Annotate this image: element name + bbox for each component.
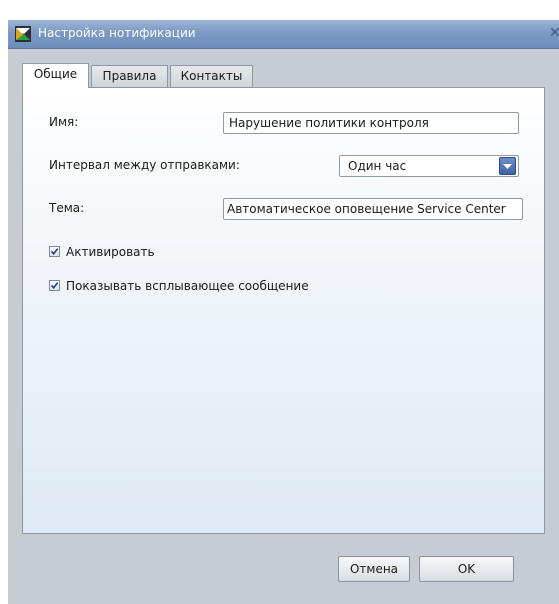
tab-rules[interactable]: Правила [91, 65, 168, 87]
cancel-button[interactable]: Отмена [338, 556, 410, 582]
window-title: Настройка нотификации [38, 26, 196, 40]
popup-checkbox-box[interactable] [49, 280, 60, 291]
tab-contacts[interactable]: Контакты [170, 65, 253, 87]
tab-general[interactable]: Общие [22, 63, 89, 88]
checkmark-icon [50, 282, 59, 290]
subject-label: Тема: [49, 201, 85, 215]
subject-field[interactable]: Автоматическое оповещение Service Center [223, 198, 523, 220]
general-tab-panel: Имя: Нарушение политики контроля Интерва… [22, 87, 545, 534]
notification-settings-window: Настройка нотификации ✕ Общие Правила Ко… [8, 20, 559, 604]
close-icon[interactable]: ✕ [549, 24, 559, 42]
checkmark-icon [50, 248, 59, 256]
popup-label: Показывать всплывающее сообщение [66, 279, 309, 293]
app-logo-icon [15, 26, 31, 42]
dialog-body: Общие Правила Контакты Имя: Нарушение по… [8, 49, 559, 604]
interval-select[interactable]: Один час [339, 155, 519, 177]
popup-checkbox[interactable]: Показывать всплывающее сообщение [49, 279, 369, 295]
ok-button[interactable]: OK [419, 556, 514, 582]
title-bar[interactable]: Настройка нотификации ✕ [8, 20, 559, 49]
activate-checkbox[interactable]: Активировать [49, 245, 249, 261]
activate-checkbox-box[interactable] [49, 246, 60, 257]
name-label: Имя: [49, 115, 79, 129]
interval-label: Интервал между отправками: [49, 158, 240, 172]
activate-label: Активировать [66, 245, 155, 259]
chevron-down-icon[interactable] [499, 157, 516, 175]
interval-select-value: Один час [348, 159, 407, 173]
name-field[interactable]: Нарушение политики контроля [223, 112, 519, 134]
